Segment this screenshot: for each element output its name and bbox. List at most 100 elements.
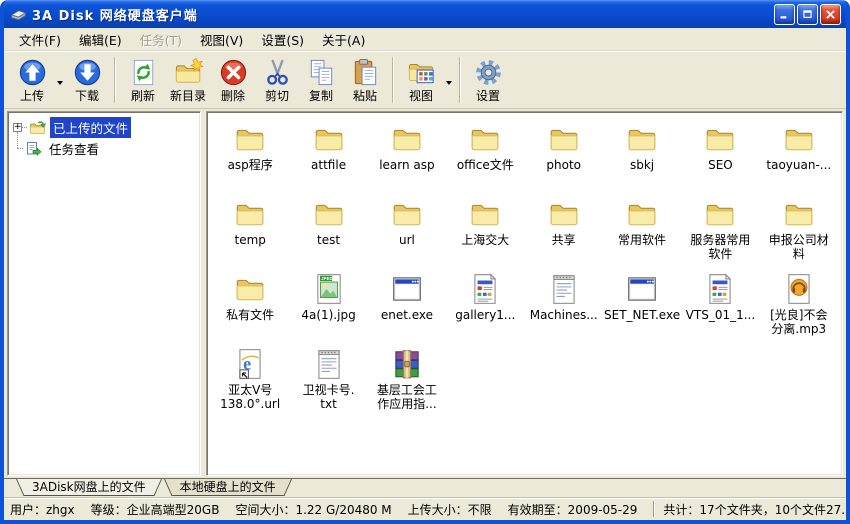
html-file-icon	[468, 272, 502, 306]
file-item[interactable]: url	[368, 195, 446, 270]
toolbar-button-label: 上传	[20, 90, 44, 103]
toolbar-button-label: 设置	[476, 90, 500, 103]
folder-icon	[312, 122, 346, 156]
download-icon	[72, 57, 103, 88]
toolbar-delete-button[interactable]: 删除	[211, 54, 255, 106]
tree-item[interactable]: 任务查看	[10, 138, 198, 159]
close-button[interactable]	[820, 4, 841, 25]
file-item[interactable]: sbkj	[603, 120, 681, 195]
toolbar-settings-button[interactable]: 设置	[466, 54, 510, 106]
toolbar-paste-button[interactable]: 粘贴	[343, 54, 387, 106]
file-item[interactable]: learn asp	[368, 120, 446, 195]
app-disk-icon	[10, 6, 27, 23]
toolbar-copy-button[interactable]: 复制	[299, 54, 343, 106]
folder-icon	[547, 197, 581, 231]
toolbar-refresh-button[interactable]: 刷新	[121, 54, 165, 106]
file-name: Machines...	[530, 308, 598, 322]
menu-item-edit[interactable]: 编辑(E)	[70, 27, 131, 52]
menu-item-about[interactable]: 关于(A)	[313, 27, 374, 52]
file-name: SET_NET.exe	[604, 308, 680, 322]
tree-item[interactable]: +已上传的文件	[10, 117, 198, 138]
file-grid: asp程序 attfile learn asp office文件photo sbkj SE…	[206, 111, 843, 476]
tree-item-label: 任务查看	[46, 138, 102, 159]
menu-item-file[interactable]: 文件(F)	[10, 27, 70, 52]
toolbar-view-button[interactable]: 视图	[399, 54, 443, 106]
file-item[interactable]: e亚太V号 138.0°.url	[211, 345, 289, 420]
minimize-button[interactable]	[774, 4, 795, 25]
status-field: 上传大小：不限	[408, 501, 492, 518]
file-item[interactable]: office文件	[446, 120, 524, 195]
file-item[interactable]: Machines...	[525, 270, 603, 345]
file-item[interactable]: 基层工会工 作应用指...	[368, 345, 446, 420]
file-item[interactable]: SEO	[681, 120, 759, 195]
file-name: learn asp	[379, 158, 434, 172]
file-item[interactable]: 卫视卡号. txt	[289, 345, 367, 420]
file-item[interactable]: 上海交大	[446, 195, 524, 270]
toolbar-button-label: 剪切	[265, 90, 289, 103]
window-controls	[774, 4, 841, 25]
folder-icon	[782, 122, 816, 156]
folder-icon	[233, 197, 267, 231]
file-item[interactable]: 常用软件	[603, 195, 681, 270]
html-file-icon	[703, 272, 737, 306]
file-name: 常用软件	[618, 233, 666, 247]
toolbar-upload-dropdown[interactable]	[54, 54, 65, 106]
file-item[interactable]: 申报公司材 料	[760, 195, 838, 270]
status-bar: 用户：zhgx等级：企业高端型20GB空间大小：1.22 G/20480 M上传…	[4, 497, 846, 520]
file-item[interactable]: asp程序	[211, 120, 289, 195]
file-item[interactable]: VTS_01_1...	[681, 270, 759, 345]
file-item[interactable]: 共享	[525, 195, 603, 270]
file-name: attfile	[311, 158, 346, 172]
exe-file-icon	[625, 272, 659, 306]
tab-local-files[interactable]: 本地硬盘上的文件	[164, 479, 292, 496]
file-item[interactable]: 服务器常用 软件	[681, 195, 759, 270]
toolbar-view-dropdown[interactable]	[443, 54, 454, 106]
menu-item-task[interactable]: 任务(T)	[131, 27, 191, 52]
new-folder-icon	[173, 57, 204, 88]
folder-icon	[703, 122, 737, 156]
file-name: sbkj	[630, 158, 654, 172]
file-item[interactable]: SET_NET.exe	[603, 270, 681, 345]
menu-item-view[interactable]: 视图(V)	[191, 27, 252, 52]
folder-icon	[547, 122, 581, 156]
toolbar-upload-button[interactable]: 上传	[10, 54, 54, 106]
file-name: temp	[234, 233, 265, 247]
folder-icon	[625, 197, 659, 231]
file-item[interactable]: enet.exe	[368, 270, 446, 345]
status-summary: 共计：17个文件夹，10个文件27.57 M	[663, 501, 850, 518]
toolbar-cut-button[interactable]: 剪切	[255, 54, 299, 106]
copy-icon	[306, 57, 337, 88]
expand-plus-icon[interactable]: +	[13, 123, 22, 132]
file-item[interactable]: taoyuan-...	[760, 120, 838, 195]
toolbar-separator	[392, 57, 394, 103]
file-name: 亚太V号 138.0°.url	[220, 383, 280, 411]
text-file-icon	[312, 347, 346, 381]
file-item[interactable]: temp	[211, 195, 289, 270]
window-title: 3A Disk 网络硬盘客户端	[32, 5, 774, 24]
folder-icon	[468, 122, 502, 156]
file-item[interactable]: test	[289, 195, 367, 270]
menu-item-settings[interactable]: 设置(S)	[252, 27, 313, 52]
toolbar-download-button[interactable]: 下载	[65, 54, 109, 106]
task-view-icon	[25, 140, 43, 157]
file-item[interactable]: [光良]不会 分离.mp3	[760, 270, 838, 345]
delete-icon	[218, 57, 249, 88]
tab-label: 本地硬盘上的文件	[180, 480, 276, 494]
file-name: 共享	[552, 233, 576, 247]
file-item[interactable]: photo	[525, 120, 603, 195]
audio-file-icon	[782, 272, 816, 306]
tab-remote-files[interactable]: 3ADisk网盘上的文件	[16, 479, 162, 496]
toolbar-new-folder-button[interactable]: 新目录	[165, 54, 211, 106]
toolbar-button-label: 下载	[75, 90, 99, 103]
file-name: VTS_01_1...	[686, 308, 756, 322]
toolbar-button-label: 复制	[309, 90, 333, 103]
file-item[interactable]: 私有文件	[211, 270, 289, 345]
file-item[interactable]: JPEG4a(1).jpg	[289, 270, 367, 345]
view-icon	[406, 57, 437, 88]
file-item[interactable]: attfile	[289, 120, 367, 195]
file-name: 卫视卡号. txt	[303, 383, 355, 411]
chevron-down-icon	[57, 81, 63, 85]
file-item[interactable]: gallery1...	[446, 270, 524, 345]
toolbar-button-label: 刷新	[131, 90, 155, 103]
maximize-button[interactable]	[797, 4, 818, 25]
